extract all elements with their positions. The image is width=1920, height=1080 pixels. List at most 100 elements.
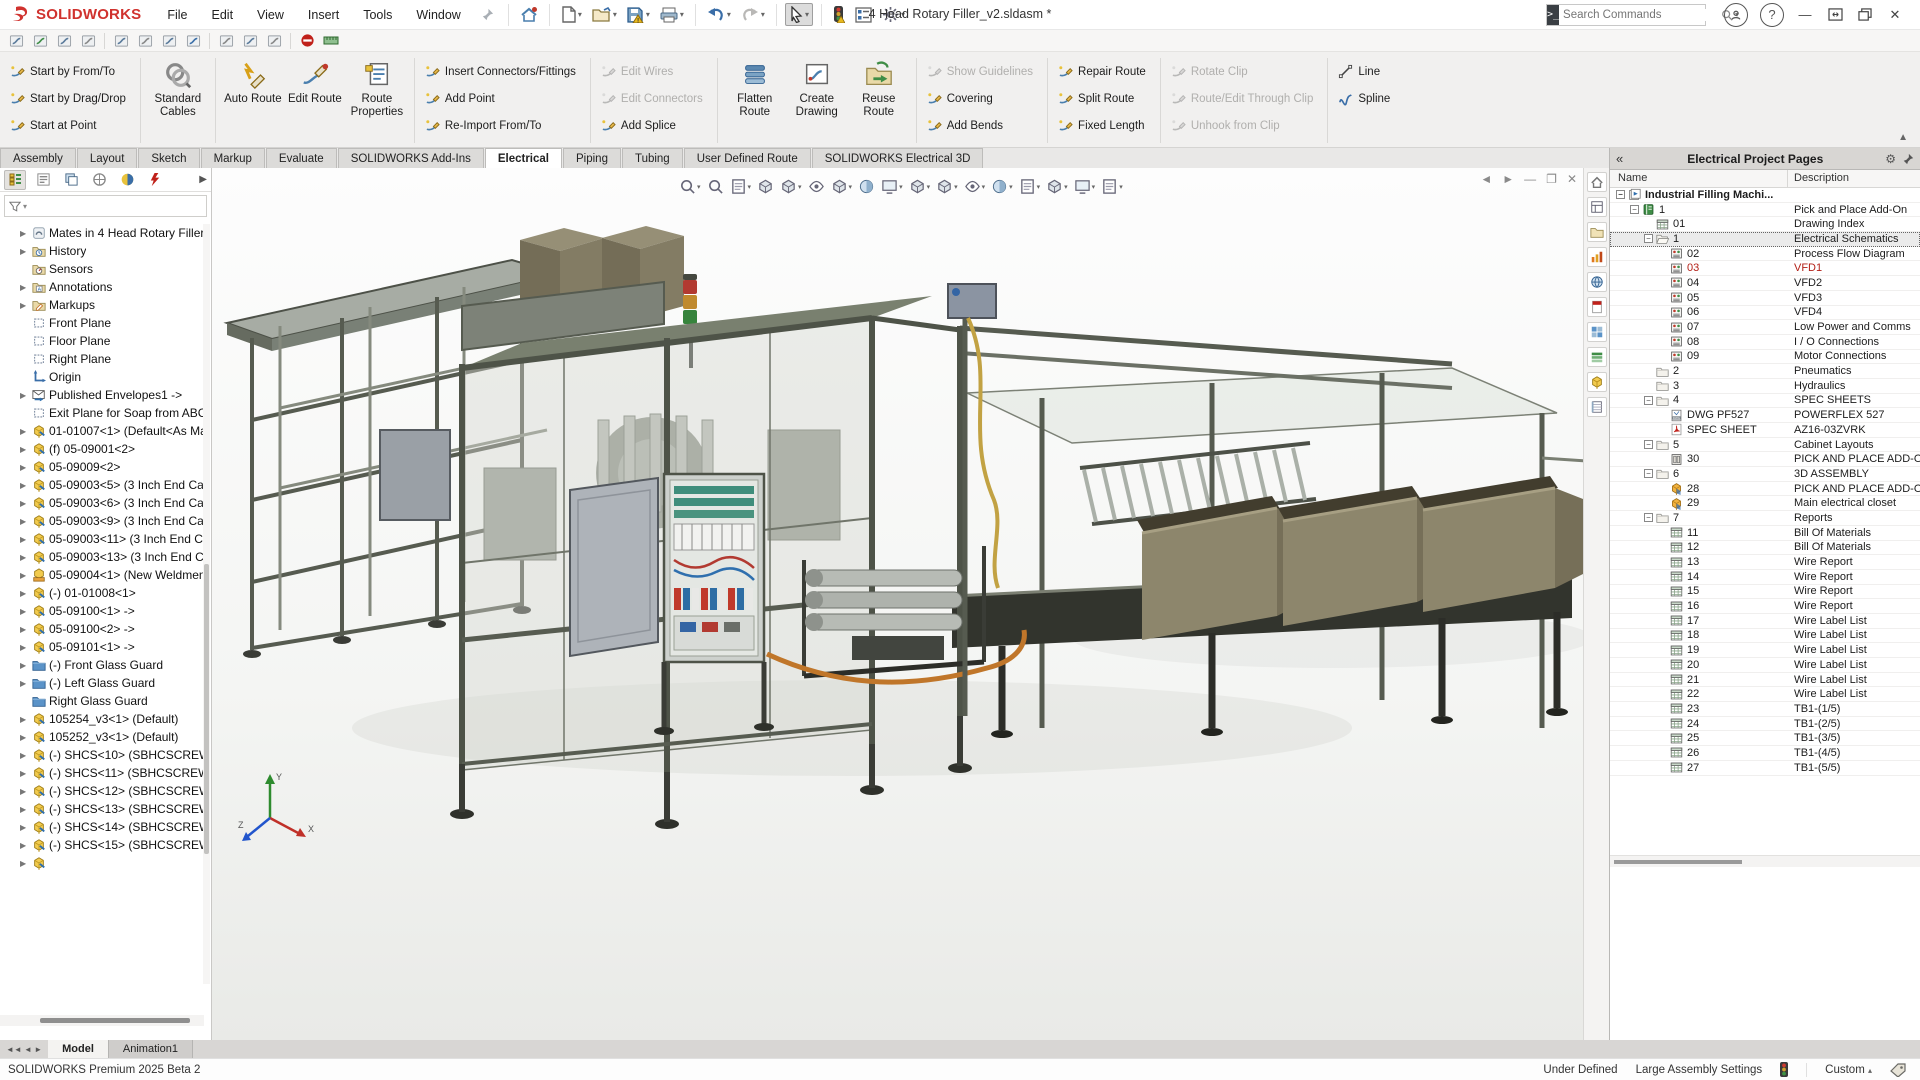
re-import-from-to-button[interactable]: Re-Import From/To	[421, 112, 584, 139]
project-page-row[interactable]: 17Wire Label List	[1610, 614, 1920, 629]
blue-grid-icon[interactable]	[1587, 322, 1607, 342]
status-configuration[interactable]: Custom ▴	[1825, 1064, 1872, 1076]
collapse-expander-icon[interactable]: −	[1616, 190, 1625, 199]
expand-arrow-icon[interactable]: ▶	[20, 535, 32, 544]
expand-arrow-icon[interactable]: ▶	[20, 805, 32, 814]
tab-solidworks-electrical-3d[interactable]: SOLIDWORKS Electrical 3D	[812, 148, 984, 168]
tree-item[interactable]: ▶(-) SHCS<12> (SBHCSCREW 0.25	[0, 782, 204, 800]
tab-tubing[interactable]: Tubing	[622, 148, 683, 168]
create-drawing-button[interactable]: Create Drawing	[786, 56, 848, 145]
tree-item[interactable]: Floor Plane	[0, 332, 204, 350]
add-point-button[interactable]: Add Point	[421, 85, 584, 112]
dynamic-assembly-icon[interactable]: ▾	[778, 176, 804, 197]
tree-item[interactable]: ▶05-09003<13> (3 Inch End Cap Le	[0, 548, 204, 566]
project-page-row[interactable]: 21Wire Label List	[1610, 673, 1920, 688]
project-page-row[interactable]: 07Low Power and Comms	[1610, 320, 1920, 335]
tree-item[interactable]: ▶01-01007<1> (Default<As Machi	[0, 422, 204, 440]
green-stack-icon[interactable]	[1587, 347, 1607, 367]
project-page-row[interactable]: 3Hydraulics	[1610, 379, 1920, 394]
collapse-expander-icon[interactable]: −	[1644, 234, 1653, 243]
expand-arrow-icon[interactable]: ▶	[20, 661, 32, 670]
restore-button[interactable]	[1850, 3, 1880, 27]
tree-item[interactable]: ▶05-09003<9> (3 Inch End Cap Le	[0, 512, 204, 530]
start-by-drag-drop-button[interactable]: Start by Drag/Drop	[6, 85, 134, 112]
help-icon[interactable]: ?	[1760, 3, 1784, 27]
viewport-minimize-icon[interactable]: ―	[1524, 172, 1536, 186]
project-page-row[interactable]: 06VFD4	[1610, 306, 1920, 321]
project-page-row[interactable]: 2Pneumatics	[1610, 364, 1920, 379]
viewport-close-icon[interactable]: ✕	[1567, 172, 1577, 186]
tab-evaluate[interactable]: Evaluate	[266, 148, 337, 168]
wire-pen-icon[interactable]	[134, 32, 156, 50]
search-commands-box[interactable]: >_ ▾	[1546, 4, 1706, 26]
chart-icon[interactable]	[1587, 247, 1607, 267]
green-ruler-icon[interactable]	[320, 32, 342, 50]
project-page-row[interactable]: 12Bill Of Materials	[1610, 541, 1920, 556]
split-route-button[interactable]: Split Route	[1054, 85, 1154, 112]
expand-arrow-icon[interactable]: ▶	[20, 445, 32, 454]
menu-view[interactable]: View	[245, 3, 296, 27]
configuration-manager-tab[interactable]	[60, 170, 82, 190]
project-panel-horizontal-scrollbar[interactable]	[1610, 855, 1920, 867]
viewport-dock-left-icon[interactable]: ◄	[1480, 172, 1492, 186]
tree-item[interactable]: ▶105254_v3<1> (Default)	[0, 710, 204, 728]
expand-arrow-icon[interactable]: ▶	[20, 589, 32, 598]
tab-sketch[interactable]: Sketch	[138, 148, 199, 168]
feature-manager-tab[interactable]	[4, 170, 26, 190]
expand-arrow-icon[interactable]: ▶	[20, 733, 32, 742]
pin-menu-icon[interactable]	[481, 8, 494, 21]
expand-arrow-icon[interactable]: ▶	[20, 301, 32, 310]
display-manager-tab[interactable]	[116, 170, 138, 190]
zoom-area-icon[interactable]	[705, 176, 726, 197]
menu-tools[interactable]: Tools	[351, 3, 404, 27]
expand-arrow-icon[interactable]: ▶	[20, 553, 32, 562]
home-icon[interactable]	[517, 4, 541, 25]
tree-item[interactable]: Origin	[0, 368, 204, 386]
appearance-icon[interactable]	[856, 176, 877, 197]
project-page-row[interactable]: SPEC SHEETAZ16-03ZVRK	[1610, 423, 1920, 438]
project-page-row[interactable]: 26TB1-(4/5)	[1610, 746, 1920, 761]
tree-vertical-scrollbar[interactable]	[203, 224, 210, 984]
project-page-row[interactable]: −Industrial Filling Machi...	[1610, 188, 1920, 203]
ribbon-collapse-icon[interactable]: ▲	[1898, 132, 1908, 143]
tree-item[interactable]: Exit Plane for Soap from ABCO A	[0, 404, 204, 422]
insert-connectors-fittings-button[interactable]: Insert Connectors/Fittings	[421, 58, 584, 85]
expand-arrow-icon[interactable]: ▶	[20, 517, 32, 526]
project-page-row[interactable]: 11Bill Of Materials	[1610, 526, 1920, 541]
tree-item[interactable]: ▶Published Envelopes1 ->	[0, 386, 204, 404]
cable-tools-icon[interactable]	[110, 32, 132, 50]
tab-scroll-arrows[interactable]: ◄◄ ◄ ►	[0, 1040, 48, 1058]
project-page-row[interactable]: −1Pick and Place Add-On	[1610, 203, 1920, 218]
expand-arrow-icon[interactable]: ▶	[20, 463, 32, 472]
project-page-row[interactable]: 29Main electrical closet	[1610, 496, 1920, 511]
line-button[interactable]: Line	[1334, 58, 1398, 85]
expand-arrow-icon[interactable]: ▶	[20, 679, 32, 688]
select-cursor-icon[interactable]: ▾	[785, 3, 813, 26]
project-page-row[interactable]: 09Motor Connections	[1610, 350, 1920, 365]
component-move-icon[interactable]: ▾	[1044, 176, 1070, 197]
project-page-row[interactable]: 24TB1-(2/5)	[1610, 717, 1920, 732]
add-bends-button[interactable]: Add Bends	[923, 112, 1041, 139]
drawing-index-icon[interactable]	[1587, 197, 1607, 217]
hide-all-types-icon[interactable]: ▾	[962, 176, 988, 197]
column-description[interactable]: Description	[1788, 170, 1920, 187]
model-tab-animation1[interactable]: Animation1	[109, 1040, 193, 1058]
scene-icon[interactable]: ▾	[879, 176, 905, 197]
dock-button[interactable]	[1820, 3, 1850, 27]
home-icon[interactable]	[1587, 172, 1607, 192]
project-page-row[interactable]: 19Wire Label List	[1610, 643, 1920, 658]
tree-item[interactable]: ▶105252_v3<1> (Default)	[0, 728, 204, 746]
project-page-row[interactable]: 04VFD2	[1610, 276, 1920, 291]
menu-insert[interactable]: Insert	[296, 3, 351, 27]
edit-appearance-icon[interactable]: ▾	[989, 176, 1015, 197]
cabinet-tool-icon[interactable]	[239, 32, 261, 50]
spool-icon[interactable]	[215, 32, 237, 50]
tree-item[interactable]: ▶05-09003<11> (3 Inch End Cap Le	[0, 530, 204, 548]
tab-assembly[interactable]: Assembly	[0, 148, 76, 168]
expand-arrow-icon[interactable]: ▶	[20, 823, 32, 832]
collapse-expander-icon[interactable]: −	[1644, 469, 1653, 478]
viewport-dock-right-icon[interactable]: ►	[1502, 172, 1514, 186]
tree-item[interactable]: ▶Mates in 4 Head Rotary Filler_v2	[0, 224, 204, 242]
electrical-manager-tab[interactable]	[144, 170, 166, 190]
tree-item[interactable]: ▶(-) Front Glass Guard	[0, 656, 204, 674]
